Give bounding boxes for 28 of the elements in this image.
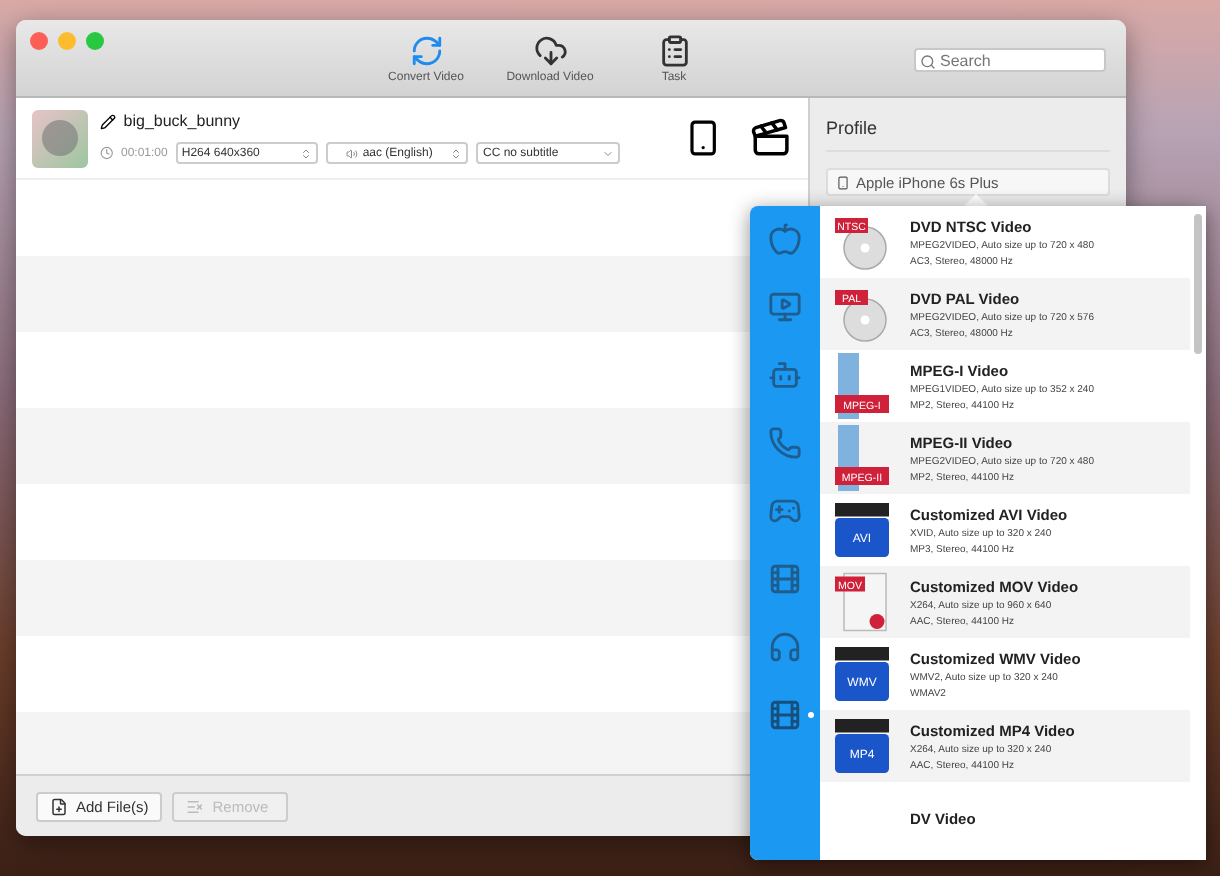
refresh-icon (409, 34, 443, 68)
scrollbar[interactable] (1194, 214, 1202, 354)
apple-icon (768, 222, 802, 256)
clock-icon (99, 146, 113, 160)
chevron-down-icon (601, 147, 614, 159)
speaker-icon (346, 147, 359, 159)
monitor-icon (768, 290, 802, 324)
phone-icon (768, 426, 802, 460)
film-icon (768, 562, 802, 596)
gamepad-icon (768, 494, 802, 528)
search-field[interactable]: Search (914, 48, 1106, 72)
minimize-button[interactable] (58, 32, 76, 50)
file-add-icon (50, 797, 68, 815)
clapperboard-icon[interactable] (749, 116, 793, 160)
list-icon (186, 797, 205, 815)
zoom-button[interactable] (86, 32, 104, 50)
close-button[interactable] (30, 32, 48, 50)
headphones-icon (768, 630, 802, 664)
search-icon (920, 54, 936, 70)
robot-icon (768, 358, 802, 392)
pencil-icon[interactable] (99, 113, 116, 129)
smartphone-icon (836, 175, 850, 189)
film-icon (768, 698, 802, 732)
file-name: big_buck_bunny (123, 112, 241, 130)
video-thumbnail (32, 109, 88, 167)
profile-heading: Profile (826, 118, 1110, 152)
cloud-download-icon (533, 34, 567, 68)
clipboard-icon (657, 34, 691, 68)
